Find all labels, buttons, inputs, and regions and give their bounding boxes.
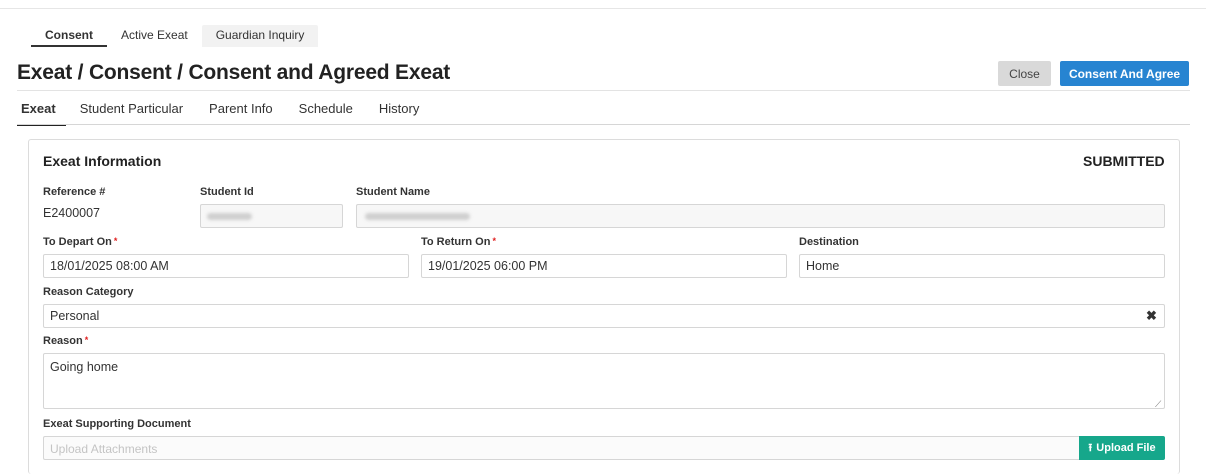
destination-input[interactable]: Home	[799, 254, 1165, 278]
required-marker: *	[84, 335, 89, 345]
upload-file-label: Upload File	[1096, 442, 1156, 454]
section-title: Exeat Information	[43, 153, 162, 169]
tab-student-particular[interactable]: Student Particular	[80, 101, 183, 126]
reference-label: Reference #	[43, 186, 106, 198]
upload-icon: ⭱	[1088, 441, 1093, 454]
tab-schedule[interactable]: Schedule	[299, 101, 353, 126]
required-marker: *	[113, 236, 118, 246]
student-name-field	[356, 204, 1165, 228]
tab-guardian-inquiry[interactable]: Guardian Inquiry	[201, 25, 319, 47]
reason-category-label: Reason Category	[43, 286, 134, 298]
tab-history[interactable]: History	[379, 101, 419, 126]
redacted-student-name	[365, 213, 470, 220]
student-name-label: Student Name	[356, 186, 430, 198]
student-id-field	[200, 204, 343, 228]
top-divider	[0, 8, 1206, 9]
tab-exeat[interactable]: Exeat	[17, 101, 66, 126]
depart-date-input[interactable]: 18/01/2025 08:00 AM	[43, 254, 409, 278]
redacted-student-id	[207, 213, 252, 220]
upload-attachments-input[interactable]: Upload Attachments	[43, 436, 1079, 460]
page-title: Exeat / Consent / Consent and Agreed Exe…	[17, 61, 451, 84]
resize-grip-icon[interactable]: ⟋	[1155, 399, 1161, 410]
sub-tab-divider	[17, 124, 1190, 125]
return-date-input[interactable]: 19/01/2025 06:00 PM	[421, 254, 787, 278]
reason-textarea[interactable]: Going home	[43, 353, 1165, 409]
destination-label: Destination	[799, 236, 859, 248]
upload-file-button[interactable]: ⭱ Upload File	[1079, 436, 1165, 460]
required-marker: *	[492, 236, 496, 246]
sub-tab-bar: Exeat Student Particular Parent Info Sch…	[17, 101, 445, 126]
times-icon[interactable]: ✖	[1146, 308, 1157, 324]
top-tab-bar: Consent Active Exeat Guardian Inquiry	[31, 25, 319, 47]
reference-value: E2400007	[43, 206, 101, 220]
supporting-document-label: Exeat Supporting Document	[43, 418, 191, 430]
reason-category-select[interactable]: Personal	[43, 304, 1165, 328]
status-badge: SUBMITTED	[1083, 153, 1165, 169]
tab-active-exeat[interactable]: Active Exeat	[107, 25, 202, 47]
close-button[interactable]: Close	[998, 61, 1051, 86]
return-label: To Return On *	[421, 236, 496, 248]
student-id-label: Student Id	[200, 186, 254, 198]
consent-and-agree-button[interactable]: Consent And Agree	[1060, 61, 1189, 86]
tab-parent-info[interactable]: Parent Info	[209, 101, 273, 126]
reason-label: Reason *	[43, 335, 89, 347]
tab-consent[interactable]: Consent	[31, 25, 107, 47]
depart-label: To Depart On *	[43, 236, 118, 248]
title-divider	[17, 90, 1190, 91]
